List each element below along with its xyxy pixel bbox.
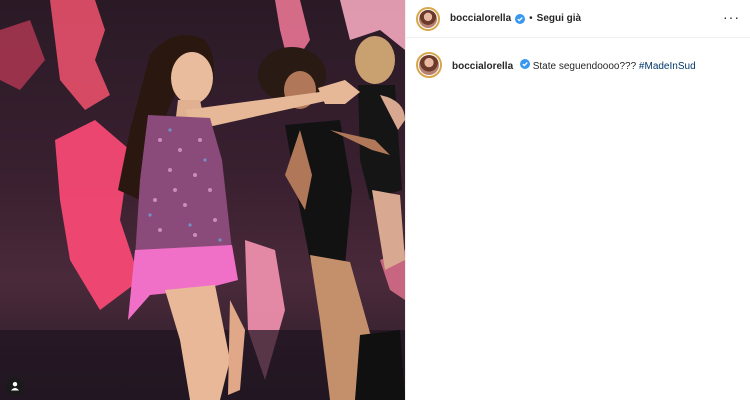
caption-username[interactable]: boccialorella [452, 61, 513, 72]
user-tag-icon[interactable] [6, 377, 24, 395]
post-header: boccialorella • Segui già ··· [406, 0, 750, 38]
post-caption: boccialorella State seguendoooo??? #Made… [416, 52, 736, 78]
header-separator: • [529, 13, 533, 24]
caption-body: State seguendoooo??? [532, 61, 637, 72]
follow-button[interactable]: Segui già [537, 13, 581, 24]
post-side-panel: boccialorella • Segui già ··· boccialore… [405, 0, 750, 400]
verified-badge-icon [519, 59, 530, 69]
caption-avatar[interactable] [416, 52, 442, 78]
more-options-icon[interactable]: ··· [723, 10, 740, 24]
header-username[interactable]: boccialorella [450, 13, 511, 24]
post-photo[interactable] [0, 0, 405, 400]
hashtag-link[interactable]: #MadeInSud [639, 61, 696, 72]
verified-badge-icon [515, 13, 526, 24]
profile-avatar[interactable] [416, 6, 440, 31]
caption-text: boccialorella State seguendoooo??? #Made… [452, 59, 696, 73]
stage-scene [0, 0, 405, 400]
